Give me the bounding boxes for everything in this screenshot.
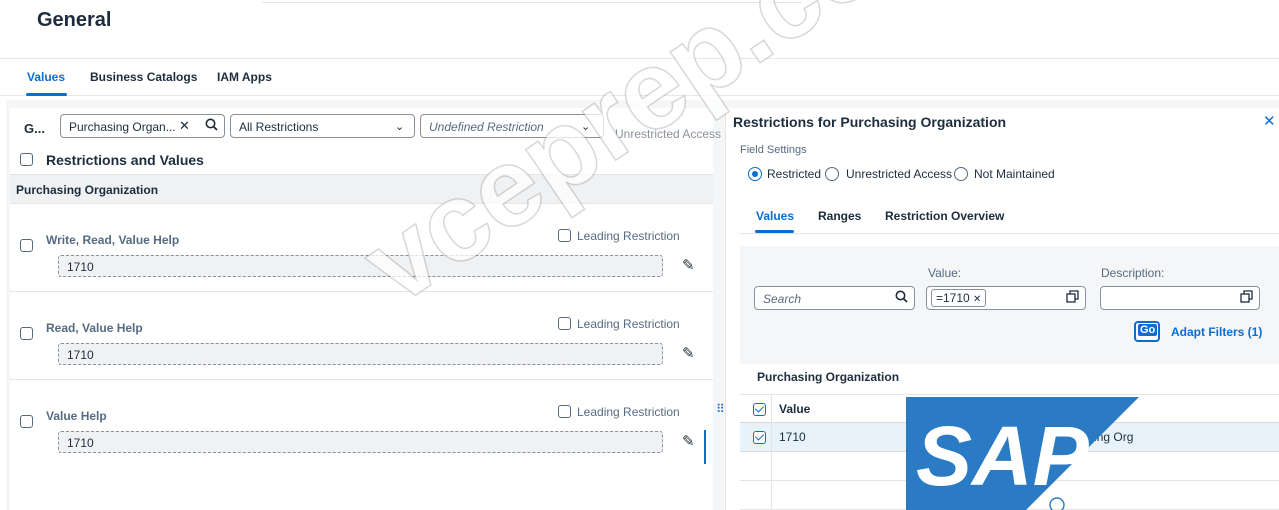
search-input[interactable]: Search bbox=[754, 286, 915, 310]
radio-unrestricted-access[interactable] bbox=[825, 167, 839, 181]
undefined-restriction-value: Undefined Restriction bbox=[429, 120, 544, 134]
table-title: Purchasing Organization bbox=[757, 370, 900, 384]
cell-description: US Purchasing Org bbox=[1030, 430, 1134, 444]
edit-pencil-icon[interactable]: ✎ bbox=[682, 432, 695, 450]
value-token-text: =1710 bbox=[936, 291, 970, 305]
leading-restriction-checkbox[interactable] bbox=[558, 229, 571, 242]
row-label: Read, Value Help bbox=[46, 321, 143, 335]
go-button-label: Go bbox=[1138, 324, 1158, 336]
row-label: Write, Read, Value Help bbox=[46, 233, 180, 247]
close-icon[interactable]: ✕ bbox=[1263, 112, 1276, 130]
select-all-rows-checkbox[interactable] bbox=[753, 403, 766, 416]
value-help-icon[interactable] bbox=[1066, 290, 1079, 306]
search-icon[interactable] bbox=[895, 290, 908, 306]
field-settings-label: Field Settings bbox=[740, 144, 807, 156]
radio-restricted-label: Restricted bbox=[767, 167, 822, 181]
radio-restricted[interactable] bbox=[748, 167, 762, 181]
description-filter-label: Description: bbox=[1101, 266, 1165, 280]
restrictions-header-label: Restrictions and Values bbox=[46, 152, 204, 168]
edit-pencil-icon[interactable]: ✎ bbox=[682, 344, 695, 362]
group-header: Purchasing Organization bbox=[10, 174, 713, 204]
value-filter-label: Value: bbox=[928, 266, 962, 280]
restriction-row: Value Help Leading Restriction 1710 ✎ bbox=[10, 380, 713, 468]
restriction-type-select[interactable]: All Restrictions ⌄ bbox=[230, 114, 415, 138]
column-header-description[interactable]: Description bbox=[1030, 402, 1090, 416]
value-help-icon[interactable] bbox=[1240, 290, 1253, 306]
table-row[interactable]: 1710 US Purchasing Org bbox=[740, 423, 1279, 452]
resize-grip-icon[interactable]: ⠿ bbox=[716, 402, 725, 416]
empty-table-row bbox=[740, 481, 1279, 510]
tab-restriction-overview[interactable]: Restriction Overview bbox=[885, 209, 1004, 223]
edit-pencil-icon[interactable]: ✎ bbox=[682, 256, 695, 274]
page-title: General bbox=[37, 9, 112, 31]
top-search-bar-edge bbox=[262, 0, 802, 3]
radio-not-maintained-label: Not Maintained bbox=[974, 167, 1055, 181]
radio-unrestricted-label: Unrestricted Access bbox=[846, 167, 953, 181]
go-button[interactable]: Go bbox=[1134, 321, 1160, 342]
unrestricted-access-button[interactable]: Unrestricted Access bbox=[615, 127, 721, 141]
active-tab-indicator bbox=[26, 93, 67, 96]
detail-panel-title: Restrictions for Purchasing Organization bbox=[733, 114, 1007, 130]
row-label: Value Help bbox=[46, 409, 107, 423]
tab-values-detail[interactable]: Values bbox=[756, 209, 794, 223]
leading-restriction-label: Leading Restriction bbox=[577, 317, 680, 331]
value-text: 1710 bbox=[67, 260, 94, 274]
description-filter-input[interactable] bbox=[1100, 286, 1260, 310]
chevron-down-icon: ⌄ bbox=[581, 121, 591, 133]
filter-bar: Value: Description: Search =1710 ✕ Go Ad… bbox=[740, 246, 1279, 364]
value-field[interactable]: 1710 bbox=[58, 343, 663, 365]
value-text: 1710 bbox=[67, 348, 94, 362]
tab-values[interactable]: Values bbox=[27, 70, 65, 84]
restriction-row: Read, Value Help Leading Restriction 171… bbox=[10, 292, 713, 380]
search-icon[interactable] bbox=[205, 118, 218, 134]
restriction-row: Write, Read, Value Help Leading Restrict… bbox=[10, 204, 713, 292]
checkbox-column-separator bbox=[771, 394, 772, 510]
table-header: Value Description bbox=[740, 394, 1279, 423]
leading-restriction-checkbox[interactable] bbox=[558, 405, 571, 418]
chevron-down-icon: ⌄ bbox=[395, 121, 405, 133]
main-tabbar: Values Business Catalogs IAM Apps bbox=[0, 58, 1279, 96]
field-selector[interactable]: Purchasing Organ... ✕ bbox=[60, 114, 225, 138]
restriction-detail-panel: Restrictions for Purchasing Organization… bbox=[726, 108, 1279, 510]
row-select-checkbox[interactable] bbox=[753, 431, 766, 444]
restriction-type-value: All Restrictions bbox=[239, 120, 319, 134]
search-placeholder: Search bbox=[763, 292, 802, 306]
select-all-checkbox[interactable] bbox=[20, 153, 33, 166]
restrictions-header-row: Restrictions and Values bbox=[10, 146, 713, 174]
left-toolbar: G... Purchasing Organ... ✕ All Restricti… bbox=[10, 114, 721, 142]
restrictions-list-panel: G... Purchasing Organ... ✕ All Restricti… bbox=[10, 108, 721, 510]
tab-ranges[interactable]: Ranges bbox=[818, 209, 861, 223]
tab-business-catalogs[interactable]: Business Catalogs bbox=[90, 70, 197, 84]
row-checkbox[interactable] bbox=[20, 239, 33, 252]
leading-restriction-checkbox[interactable] bbox=[558, 317, 571, 330]
row-checkbox[interactable] bbox=[20, 327, 33, 340]
group-header-label: Purchasing Organization bbox=[16, 183, 159, 197]
row-checkbox[interactable] bbox=[20, 415, 33, 428]
radio-not-maintained[interactable] bbox=[954, 167, 968, 181]
empty-table-row bbox=[740, 452, 1279, 481]
clear-icon[interactable]: ✕ bbox=[179, 118, 190, 134]
value-field[interactable]: 1710 bbox=[58, 431, 663, 453]
value-field[interactable]: 1710 bbox=[58, 255, 663, 277]
field-selector-value: Purchasing Organ... bbox=[69, 120, 176, 134]
focus-indicator bbox=[704, 430, 706, 464]
value-text: 1710 bbox=[67, 436, 94, 450]
leading-restriction-label: Leading Restriction bbox=[577, 229, 680, 243]
cell-value: 1710 bbox=[779, 430, 806, 444]
value-token[interactable]: =1710 ✕ bbox=[931, 289, 987, 307]
column-header-value[interactable]: Value bbox=[779, 402, 810, 416]
leading-restriction-label: Leading Restriction bbox=[577, 405, 680, 419]
detail-tab-divider bbox=[740, 233, 1279, 234]
adapt-filters-button[interactable]: Adapt Filters (1) bbox=[1171, 325, 1262, 339]
undefined-restriction-select[interactable]: Undefined Restriction ⌄ bbox=[420, 114, 604, 138]
token-remove-icon[interactable]: ✕ bbox=[973, 294, 981, 305]
toolbar-group-label: G... bbox=[24, 121, 45, 136]
value-filter-input[interactable]: =1710 ✕ bbox=[926, 286, 1086, 310]
tab-iam-apps[interactable]: IAM Apps bbox=[217, 70, 272, 84]
